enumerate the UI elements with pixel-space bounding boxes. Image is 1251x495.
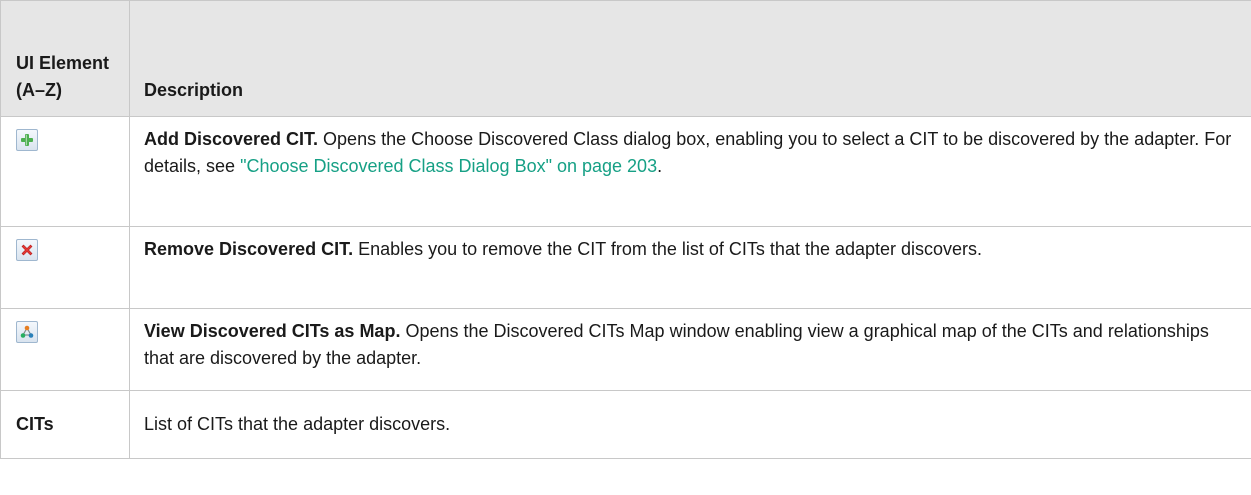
description-cell: Add Discovered CIT. Opens the Choose Dis… [129, 116, 1251, 227]
add-plus-icon[interactable] [16, 129, 38, 151]
ui-element-cell: CITs [0, 390, 130, 459]
cits-label: CITs [16, 414, 54, 434]
term-label: View Discovered CITs as Map. [144, 321, 401, 341]
map-view-icon[interactable] [16, 321, 38, 343]
table-row: Add Discovered CIT. Opens the Choose Dis… [0, 116, 1251, 227]
table-row: CITs List of CITs that the adapter disco… [0, 390, 1251, 459]
table-row: View Discovered CITs as Map. Opens the D… [0, 308, 1251, 391]
table-header-row: UI Element (A–Z) Description [0, 0, 1251, 117]
choose-discovered-class-link[interactable]: "Choose Discovered Class Dialog Box" on … [240, 156, 657, 176]
description-text: List of CITs that the adapter discovers. [144, 414, 451, 434]
ui-element-column-header: UI Element (A–Z) [0, 0, 130, 117]
remove-x-icon[interactable] [16, 239, 38, 261]
table-row: Remove Discovered CIT. Enables you to re… [0, 226, 1251, 309]
term-label: Remove Discovered CIT. [144, 239, 354, 259]
description-cell: List of CITs that the adapter discovers. [129, 390, 1251, 459]
ui-element-cell [0, 116, 130, 227]
term-label: Add Discovered CIT. [144, 129, 319, 149]
description-column-header: Description [129, 0, 1251, 117]
description-cell: View Discovered CITs as Map. Opens the D… [129, 308, 1251, 391]
description-text-end: . [657, 156, 663, 176]
ui-element-cell [0, 308, 130, 391]
description-text: Enables you to remove the CIT from the l… [353, 239, 983, 259]
description-cell: Remove Discovered CIT. Enables you to re… [129, 226, 1251, 309]
ui-elements-table: UI Element (A–Z) Description Add Discove… [0, 0, 1251, 459]
ui-element-cell [0, 226, 130, 309]
